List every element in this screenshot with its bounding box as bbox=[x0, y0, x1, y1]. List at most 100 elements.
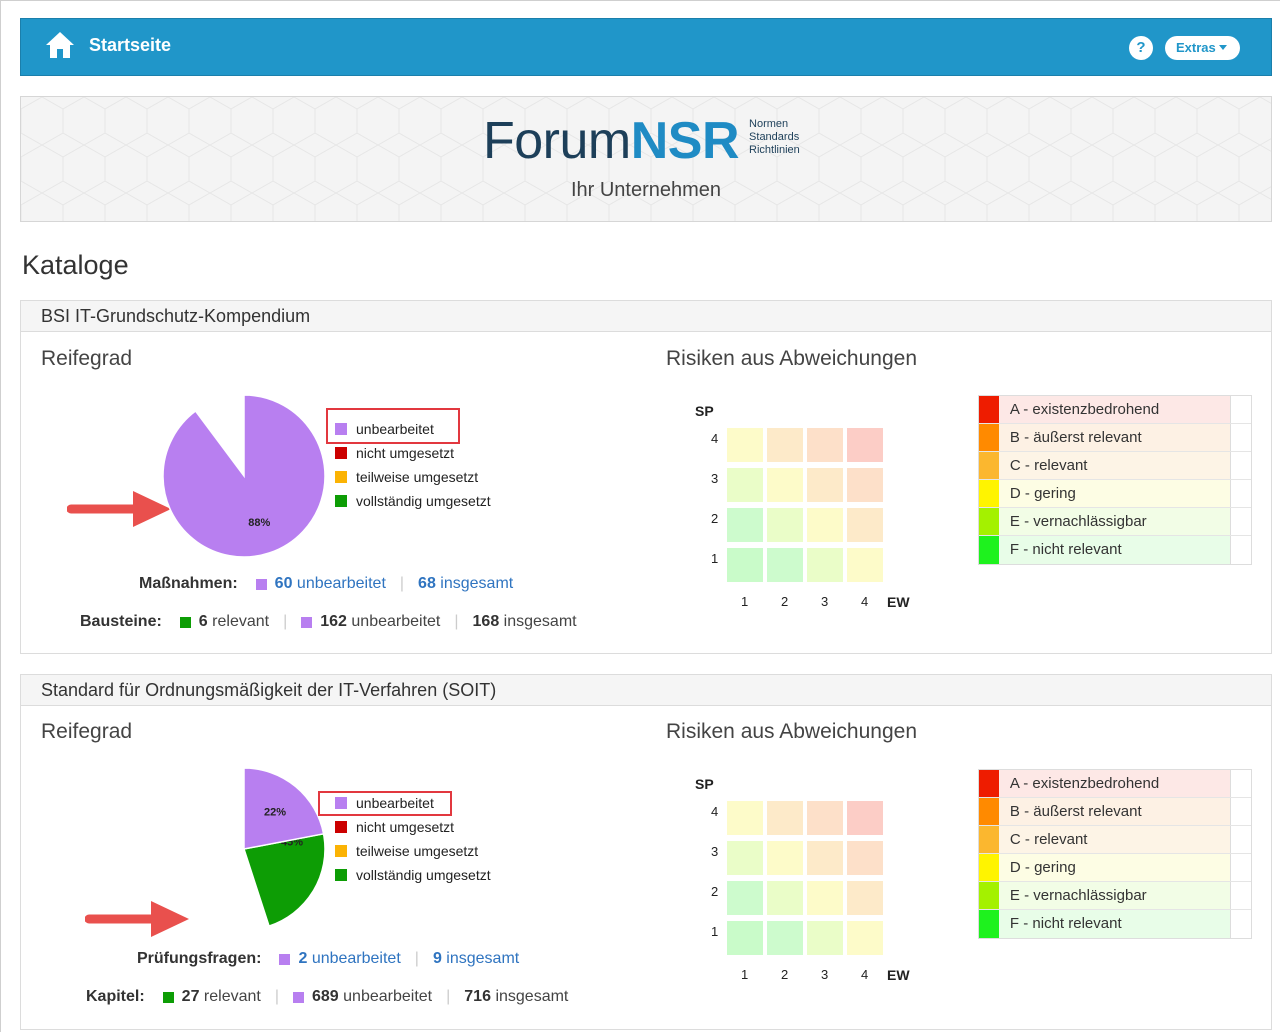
legend-item-vollstaendig-umgesetzt[interactable]: vollständig umgesetzt bbox=[335, 489, 491, 513]
matrix-cell[interactable] bbox=[847, 468, 883, 502]
legend-item-nicht-umgesetzt[interactable]: nicht umgesetzt bbox=[335, 815, 491, 839]
matrix-cell[interactable] bbox=[767, 841, 803, 875]
risk-level-row: E - vernachlässigbar bbox=[979, 508, 1251, 536]
matrix-cell[interactable] bbox=[767, 881, 803, 915]
help-button[interactable]: ? bbox=[1129, 36, 1153, 60]
matrix-cell[interactable] bbox=[727, 881, 763, 915]
matrix-cell[interactable] bbox=[727, 921, 763, 955]
matrix-cell[interactable] bbox=[807, 881, 843, 915]
legend-item-nicht-umgesetzt[interactable]: nicht umgesetzt bbox=[335, 441, 491, 465]
risk-level-label: A - existenzbedrohend bbox=[998, 770, 1231, 797]
catalog-title[interactable]: Standard für Ordnungsmäßigkeit der IT-Ve… bbox=[21, 675, 1271, 706]
extras-dropdown-button[interactable]: Extras bbox=[1165, 36, 1240, 60]
matrix-cell[interactable] bbox=[807, 548, 843, 582]
matrix-cell[interactable] bbox=[807, 921, 843, 955]
count: 9 bbox=[432, 950, 442, 967]
matrix-cell[interactable] bbox=[847, 508, 883, 542]
legend-item-teilweise-umgesetzt[interactable]: teilweise umgesetzt bbox=[335, 839, 491, 863]
risk-level-row: F - nicht relevant bbox=[979, 910, 1251, 938]
matrix-cell[interactable] bbox=[847, 881, 883, 915]
matrix-cell[interactable] bbox=[767, 921, 803, 955]
risk-level-legend: A - existenzbedrohend B - äußerst relevan… bbox=[978, 769, 1252, 939]
matrix-cell[interactable] bbox=[767, 548, 803, 582]
square-icon bbox=[162, 991, 174, 1003]
text: insgesamt bbox=[503, 613, 577, 630]
risk-level-row: B - äußerst relevant bbox=[979, 798, 1251, 826]
matrix-cell[interactable] bbox=[727, 468, 763, 502]
bausteine-stats: Bausteine: 6 relevant | 162 unbearbeitet… bbox=[80, 613, 577, 631]
risk-level-label: D - gering bbox=[998, 854, 1231, 881]
text: unbearbeitet bbox=[351, 613, 441, 630]
square-icon bbox=[293, 991, 304, 1003]
risk-level-row: D - gering bbox=[979, 854, 1251, 882]
matrix-cell[interactable] bbox=[847, 841, 883, 875]
matrix-cell[interactable] bbox=[807, 508, 843, 542]
matrix-cell[interactable] bbox=[727, 508, 763, 542]
caret-down-icon bbox=[1218, 45, 1227, 50]
legend-swatch bbox=[335, 845, 347, 857]
matrix-x-tick: 2 bbox=[781, 967, 789, 982]
matrix-cell[interactable] bbox=[767, 508, 803, 542]
logo-tagline: Normen Standards Richtlinien bbox=[749, 118, 800, 157]
home-link[interactable]: Startseite bbox=[45, 31, 171, 59]
matrix-y-axis-label: SP bbox=[695, 403, 714, 419]
risk-level-label: F - nicht relevant bbox=[998, 536, 1231, 564]
count: 6 bbox=[198, 613, 208, 630]
home-label: Startseite bbox=[89, 34, 172, 55]
text: relevant bbox=[203, 988, 261, 1005]
legend-swatch bbox=[335, 471, 347, 483]
text: insgesamt bbox=[446, 950, 520, 967]
matrix-cell[interactable] bbox=[767, 801, 803, 835]
legend-item-vollstaendig-umgesetzt[interactable]: vollständig umgesetzt bbox=[335, 863, 491, 887]
matrix-cell[interactable] bbox=[847, 428, 883, 462]
unbearbeitet-count: 162 unbearbeitet bbox=[301, 613, 440, 631]
matrix-cell[interactable] bbox=[847, 801, 883, 835]
text: unbearbeitet bbox=[343, 988, 433, 1005]
legend-item-teilweise-umgesetzt[interactable]: teilweise umgesetzt bbox=[335, 465, 491, 489]
risk-level-label: C - relevant bbox=[998, 826, 1231, 853]
matrix-cell[interactable] bbox=[847, 921, 883, 955]
catalog-panel-bsi: BSI IT-Grundschutz-Kompendium Reifegrad … bbox=[20, 300, 1272, 654]
matrix-cell[interactable] bbox=[807, 801, 843, 835]
unbearbeitet-count: 689 unbearbeitet bbox=[293, 988, 432, 1006]
insgesamt-link[interactable]: 9 insgesamt bbox=[433, 950, 519, 968]
risk-count-cell bbox=[1230, 508, 1251, 535]
legend-swatch bbox=[335, 821, 347, 833]
risiken-title: Risiken aus Abweichungen bbox=[666, 720, 917, 743]
reifegrad-title: Reifegrad bbox=[41, 720, 133, 743]
count: 2 bbox=[298, 950, 308, 967]
insgesamt-link[interactable]: 68 insgesamt bbox=[418, 575, 513, 593]
risk-matrix: SP EW 4 3 2 1 1 2 3 4 bbox=[691, 401, 931, 611]
matrix-cell[interactable] bbox=[727, 841, 763, 875]
pie-data-label: 88% bbox=[248, 517, 270, 529]
count: 162 bbox=[320, 613, 347, 630]
matrix-x-axis-label: EW bbox=[887, 594, 910, 610]
count: 689 bbox=[312, 988, 339, 1005]
matrix-cell[interactable] bbox=[767, 468, 803, 502]
matrix-cell[interactable] bbox=[847, 548, 883, 582]
matrix-cell[interactable] bbox=[727, 548, 763, 582]
matrix-cell[interactable] bbox=[807, 841, 843, 875]
matrix-cell[interactable] bbox=[727, 428, 763, 462]
reifegrad-title: Reifegrad bbox=[41, 347, 133, 370]
unbearbeitet-link[interactable]: 2 unbearbeitet bbox=[279, 950, 401, 968]
risk-count-cell bbox=[1230, 452, 1251, 479]
total-count: 716 insgesamt bbox=[464, 988, 568, 1006]
stats-label: Maßnahmen: bbox=[139, 575, 238, 592]
legend-swatch bbox=[335, 869, 347, 881]
matrix-cell[interactable] bbox=[807, 428, 843, 462]
highlight-box bbox=[326, 408, 460, 444]
matrix-y-tick: 1 bbox=[711, 924, 719, 939]
unbearbeitet-link[interactable]: 60 unbearbeitet bbox=[255, 575, 386, 593]
matrix-cell[interactable] bbox=[727, 801, 763, 835]
risk-color-swatch bbox=[979, 480, 999, 507]
logo-nsr: NSR bbox=[630, 112, 740, 170]
risk-level-row: C - relevant bbox=[979, 826, 1251, 854]
matrix-cell[interactable] bbox=[807, 468, 843, 502]
separator: | bbox=[274, 988, 279, 1005]
matrix-cell[interactable] bbox=[767, 428, 803, 462]
matrix-x-tick: 1 bbox=[741, 967, 749, 982]
logo-tag-richtlinien: Richtlinien bbox=[749, 143, 800, 156]
pie-slice-unbearbeitet[interactable] bbox=[162, 394, 326, 558]
catalog-title[interactable]: BSI IT-Grundschutz-Kompendium bbox=[21, 301, 1271, 332]
